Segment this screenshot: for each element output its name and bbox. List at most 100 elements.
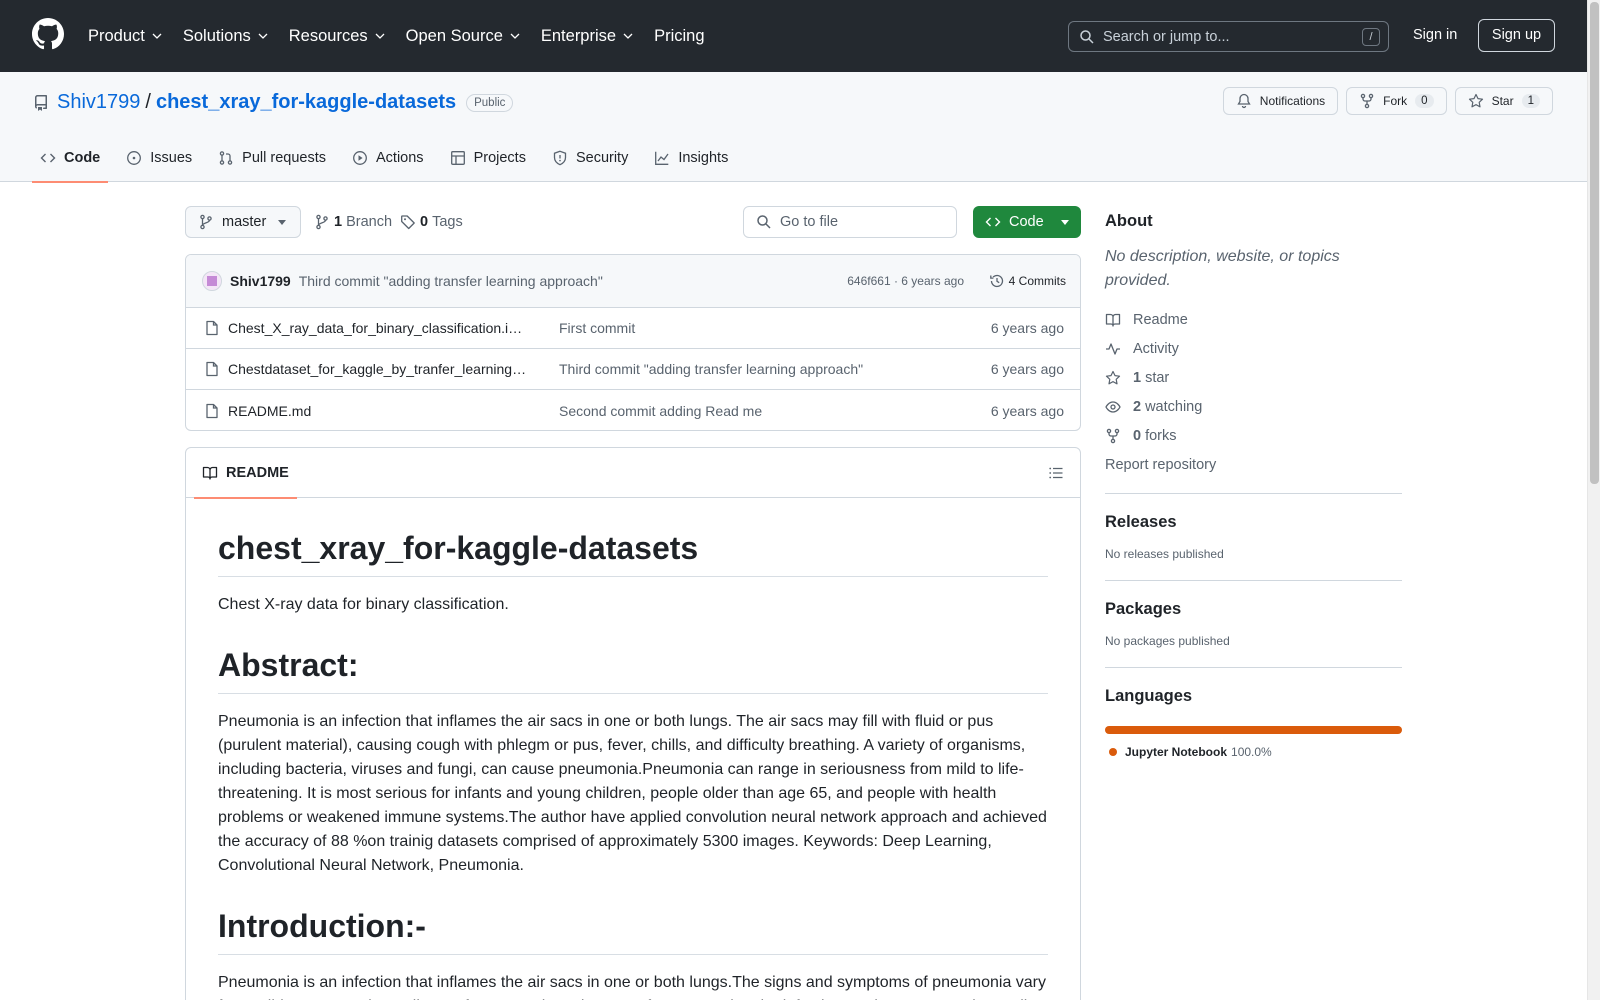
packages-heading[interactable]: Packages [1105, 600, 1402, 619]
tag-label: Tags [432, 214, 463, 230]
readme-tab-label: README [226, 465, 289, 481]
search-shortcut-key: / [1362, 28, 1380, 46]
sidebar-item-forks[interactable]: 0 forks [1105, 421, 1402, 450]
tab-label: Code [64, 150, 101, 166]
file-commit-link[interactable]: Third commit "adding transfer learning a… [559, 361, 863, 377]
code-icon [40, 153, 56, 163]
github-logo-icon[interactable] [32, 18, 64, 50]
tab-actions[interactable]: Actions [344, 134, 432, 182]
sidebar-item-stars[interactable]: 1 star [1105, 363, 1402, 392]
file-name-link[interactable]: README.md [228, 403, 528, 419]
tag-icon [401, 215, 415, 230]
tags-link[interactable]: 0 Tags [400, 214, 463, 230]
tab-projects[interactable]: Projects [442, 134, 534, 182]
sidebar-item-count: 0 [1133, 427, 1142, 444]
releases-text: No releases published [1105, 547, 1224, 561]
languages-heading: Languages [1105, 687, 1193, 705]
file-commit-link[interactable]: Second commit adding Read me [559, 403, 762, 419]
branch-select-button[interactable]: master [185, 206, 301, 238]
chevron-down-icon [258, 33, 268, 39]
scrollbar-thumb[interactable] [1590, 2, 1599, 484]
report-repository-link[interactable]: Report repository [1105, 450, 1402, 479]
file-icon [206, 320, 218, 336]
tab-insights[interactable]: Insights [646, 134, 736, 182]
tag-count: 0 [420, 214, 429, 230]
branch-icon [316, 214, 328, 230]
releases-heading[interactable]: Releases [1105, 513, 1402, 532]
file-name-link[interactable]: Chest_X_ray_data_for_binary_classificati… [228, 320, 528, 336]
repo-name-link[interactable]: chest_xray_for-kaggle-datasets [156, 91, 456, 114]
sidebar-item-label: star [1145, 369, 1170, 386]
star-icon [1468, 93, 1483, 108]
top-nav: Product Solutions Resources Open Source … [88, 0, 725, 72]
file-commit-link[interactable]: First commit [559, 320, 635, 336]
fork-icon [1106, 428, 1120, 443]
commits-count-label: 4 Commits [1008, 274, 1066, 288]
tab-security[interactable]: Security [544, 134, 636, 182]
tab-issues[interactable]: Issues [118, 134, 200, 182]
about-description: No description, website, or topics provi… [1105, 248, 1340, 289]
readme-intro: Chest X-ray data for binary classificati… [218, 596, 509, 613]
commit-author-link[interactable]: Shiv1799 [230, 273, 291, 289]
tab-code[interactable]: Code [32, 134, 109, 183]
file-age: 6 years ago [990, 402, 1064, 419]
tab-pull-requests[interactable]: Pull requests [210, 134, 334, 182]
abstract-heading: Abstract: [218, 633, 1048, 694]
fork-button[interactable]: Fork 0 [1346, 87, 1447, 115]
branch-name: master [222, 214, 267, 230]
sidebar-item-activity[interactable]: Activity [1105, 334, 1402, 363]
book-icon [1105, 313, 1121, 327]
table-row: README.md Second commit adding Read me 6… [186, 390, 1080, 430]
sidebar-item-label: Readme [1133, 311, 1188, 328]
nav-resources[interactable]: Resources [289, 27, 386, 46]
star-button[interactable]: Star 1 [1454, 87, 1553, 115]
tab-label: Security [575, 150, 629, 166]
notifications-button[interactable]: Notifications [1222, 87, 1339, 115]
introduction-text: Pneumonia is an infection that inflames … [218, 974, 1047, 1000]
commit-message-link[interactable]: Third commit "adding transfer learning a… [299, 273, 603, 289]
nav-open-source[interactable]: Open Source [406, 27, 521, 46]
nav-solutions[interactable]: Solutions [183, 27, 269, 46]
nav-pricing[interactable]: Pricing [654, 27, 704, 46]
caret-down-icon [1061, 220, 1069, 225]
commit-meta[interactable]: 646f661 · 6 years ago [847, 274, 964, 288]
fork-count: 0 [1415, 94, 1434, 108]
nav-product[interactable]: Product [88, 27, 163, 46]
list-icon[interactable] [1048, 465, 1064, 481]
nav-label: Product [88, 26, 145, 45]
languages-section: Languages Jupyter Notebook 100.0% [1105, 667, 1402, 759]
fork-label: Fork [1383, 94, 1408, 108]
tab-label: Projects [473, 150, 526, 166]
book-icon [202, 466, 218, 480]
table-icon [450, 151, 465, 165]
file-name-link[interactable]: Chestdataset_for_kaggle_by_tranfer_learn… [228, 361, 528, 377]
search-placeholder: Search or jump to... [1103, 28, 1230, 45]
page-scrollbar[interactable] [1587, 0, 1600, 1000]
sign-up-button[interactable]: Sign up [1478, 19, 1555, 52]
readme-header: README [186, 448, 1080, 499]
chevron-down-icon [510, 33, 520, 39]
language-item[interactable]: Jupyter Notebook 100.0% [1105, 745, 1402, 759]
search-input[interactable]: Search or jump to... / [1068, 21, 1389, 52]
tab-readme[interactable]: README [194, 448, 297, 499]
packages-text: No packages published [1105, 634, 1230, 648]
commits-link[interactable]: 4 Commits [989, 273, 1066, 289]
sign-in-link[interactable]: Sign in [1413, 27, 1457, 43]
readme-content: chest_xray_for-kaggle-datasets Chest X-r… [186, 498, 1080, 1000]
go-to-file-placeholder: Go to file [780, 214, 839, 230]
code-dropdown-button[interactable]: Code [973, 206, 1081, 238]
avatar[interactable] [202, 271, 222, 291]
bell-icon [1237, 93, 1251, 109]
search-icon [757, 215, 771, 229]
table-row: Chest_X_ray_data_for_binary_classificati… [186, 308, 1080, 349]
repo-owner-link[interactable]: Shiv1799 [57, 91, 140, 114]
branches-link[interactable]: 1 Branch [314, 214, 392, 230]
sidebar-item-watching[interactable]: 2 watching [1105, 392, 1402, 421]
sidebar-item-readme[interactable]: Readme [1105, 305, 1402, 334]
search-icon [1080, 29, 1094, 44]
language-percent: 100.0% [1231, 745, 1272, 759]
chevron-down-icon [623, 33, 633, 39]
go-to-file-input[interactable]: Go to file [743, 206, 957, 238]
releases-section: Releases No releases published [1105, 493, 1402, 561]
nav-enterprise[interactable]: Enterprise [541, 27, 634, 46]
